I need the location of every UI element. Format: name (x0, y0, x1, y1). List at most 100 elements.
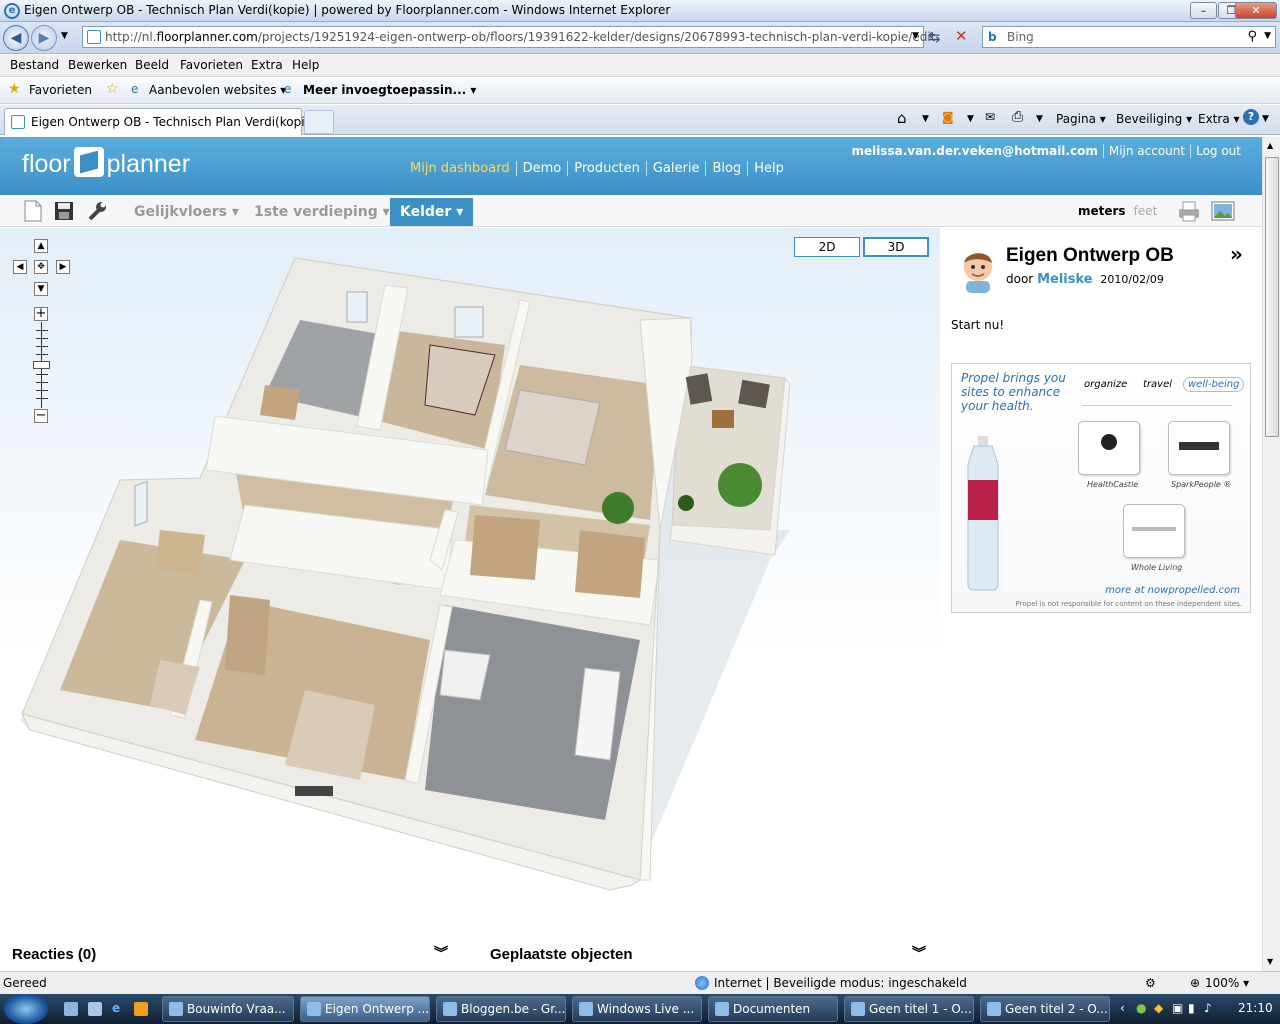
taskbar-item-windows-live[interactable]: Windows Live ... (572, 996, 702, 1022)
view-2d-button[interactable]: 2D (794, 237, 860, 257)
placed-objects-heading[interactable]: Geplaatste objecten (490, 946, 633, 963)
wrench-icon[interactable] (86, 199, 108, 223)
pan-up-button[interactable]: ▲ (34, 239, 48, 253)
start-button[interactable] (4, 994, 48, 1024)
taskbar-item-bouwinfo[interactable]: Bouwinfo Vraa... (162, 996, 294, 1022)
save-icon[interactable] (53, 199, 75, 223)
logout-link[interactable]: Log out (1191, 144, 1246, 158)
floorplan-3d-render[interactable] (0, 228, 940, 940)
scroll-down-icon[interactable]: ▼ (1267, 957, 1273, 966)
forward-button[interactable]: ▶ (31, 25, 57, 51)
favorites-button[interactable]: Favorieten (29, 83, 92, 97)
search-input[interactable]: b Bing ⚲ ▼ (982, 26, 1276, 48)
history-dropdown-icon[interactable]: ▼ (61, 31, 68, 41)
menu-beeld[interactable]: Beeld (135, 58, 169, 72)
taskbar-item-eigen-ontwerp[interactable]: Eigen Ontwerp ... (300, 996, 430, 1022)
menu-favorieten[interactable]: Favorieten (180, 58, 243, 72)
security-menu[interactable]: Beveiliging ▾ (1116, 112, 1192, 126)
pan-left-button[interactable]: ◀ (13, 260, 27, 274)
page-scrollbar[interactable]: ▲ ▼ (1262, 137, 1280, 971)
back-button[interactable]: ◀ (3, 25, 29, 51)
new-tab-button[interactable] (304, 110, 334, 134)
taskbar-item-geen-titel-1[interactable]: Geen titel 1 - O... (844, 996, 974, 1022)
pan-down-button[interactable]: ▼ (34, 282, 48, 296)
taskbar-item-documenten[interactable]: Documenten (708, 996, 838, 1022)
my-account-link[interactable]: Mijn account (1103, 144, 1192, 158)
extra-menu[interactable]: Extra ▾ (1198, 112, 1240, 126)
quicklaunch-media-icon[interactable] (134, 1002, 148, 1016)
floorplanner-logo[interactable]: floor planner (22, 147, 190, 180)
refresh-icon[interactable]: ⇆ (928, 28, 941, 46)
show-desktop-icon[interactable] (64, 1002, 78, 1016)
home-dropdown-icon[interactable]: ▼ (922, 114, 929, 124)
author-avatar[interactable] (958, 245, 998, 295)
tray-shield-icon[interactable]: ◆ (1154, 1001, 1163, 1015)
floor-tab-basement[interactable]: Kelder ▾ (390, 198, 474, 226)
print-icon[interactable]: ⎙ (1012, 109, 1023, 125)
menu-bestand[interactable]: Bestand (10, 58, 59, 72)
tray-clock[interactable]: 21:10 (1238, 1001, 1273, 1015)
tray-network-icon[interactable]: ▣ (1172, 1001, 1183, 1015)
comments-heading[interactable]: Reacties (0) (12, 946, 96, 963)
url-dropdown-icon[interactable]: ▼ (912, 31, 919, 41)
new-document-icon[interactable] (22, 199, 44, 223)
menu-extra[interactable]: Extra (251, 58, 283, 72)
account-email[interactable]: melissa.van.der.veken@hotmail.com (846, 144, 1104, 158)
nav-dashboard[interactable]: Mijn dashboard (404, 161, 517, 176)
tray-volume-icon[interactable]: ♪ (1204, 1001, 1212, 1015)
pan-right-button[interactable]: ▶ (56, 260, 70, 274)
ad-tab-wellbeing[interactable]: well-being (1183, 377, 1245, 392)
close-window-button[interactable]: ✕ (1235, 2, 1277, 19)
menu-help[interactable]: Help (292, 58, 319, 72)
nav-help[interactable]: Help (748, 161, 790, 176)
print-plan-icon[interactable] (1176, 199, 1202, 223)
unit-meters[interactable]: meters (1078, 204, 1126, 218)
rss-dropdown-icon[interactable]: ▼ (967, 114, 974, 124)
suggested-sites-link[interactable]: Aanbevolen websites ▾ (149, 83, 286, 97)
nav-gallery[interactable]: Galerie (647, 161, 707, 176)
placed-objects-expand-icon[interactable]: ︾ (912, 943, 926, 963)
ad-site-sparkpeople[interactable] (1168, 421, 1230, 475)
zoom-slider-handle[interactable] (33, 361, 50, 369)
author-link[interactable]: Meliske (1037, 272, 1093, 287)
comments-expand-icon[interactable]: ︾ (434, 943, 448, 963)
quicklaunch-ie-icon[interactable]: e (112, 1001, 120, 1015)
tray-expand-icon[interactable]: ‹ (1120, 1001, 1125, 1015)
search-dropdown-icon[interactable]: ▼ (1264, 31, 1271, 41)
tray-battery-icon[interactable]: ▮ (1188, 1001, 1195, 1015)
stop-icon[interactable]: ✕ (955, 27, 968, 45)
page-menu[interactable]: Pagina ▾ (1056, 112, 1106, 126)
add-favorite-icon[interactable]: ☆ (106, 81, 119, 97)
taskbar-item-geen-titel-2[interactable]: Geen titel 2 - O... (980, 996, 1110, 1022)
ad-more-link[interactable]: more at nowpropelled.com (1105, 585, 1240, 596)
floorplan-canvas[interactable]: ▲ ◀ ✥ ▶ ▼ + − (0, 228, 940, 940)
menu-bewerken[interactable]: Bewerken (68, 58, 127, 72)
nav-blog[interactable]: Blog (706, 161, 749, 176)
unit-feet[interactable]: feet (1134, 204, 1158, 218)
addons-link[interactable]: Meer invoegtoepassin... ▾ (303, 83, 476, 97)
minimize-button[interactable]: – (1190, 2, 1217, 19)
url-input[interactable]: http://nl.floorplanner.com/projects/1925… (82, 26, 935, 48)
help-icon[interactable]: ? (1243, 109, 1259, 125)
propel-advertisement[interactable]: Propel brings you sites to enhance your … (951, 363, 1251, 613)
mail-icon[interactable]: ✉ (985, 110, 995, 124)
view-3d-button[interactable]: 3D (863, 237, 929, 257)
scroll-up-icon[interactable]: ▲ (1267, 141, 1273, 150)
zoom-out-button[interactable]: − (34, 409, 48, 423)
browser-tab-active[interactable]: Eigen Ontwerp OB - Technisch Plan Verdi(… (4, 108, 332, 135)
ad-tab-travel[interactable]: travel (1143, 379, 1172, 390)
nav-products[interactable]: Producten (568, 161, 647, 176)
export-image-icon[interactable] (1210, 199, 1236, 223)
print-dropdown-icon[interactable]: ▼ (1036, 114, 1043, 124)
floor-tab-first[interactable]: 1ste verdieping ▾ (244, 198, 400, 226)
tray-messenger-icon[interactable]: ● (1136, 1001, 1146, 1015)
search-icon[interactable]: ⚲ (1247, 29, 1257, 44)
rss-feed-icon[interactable]: ◙ (942, 110, 954, 124)
protected-mode-icon[interactable]: ⚙ (1145, 976, 1156, 990)
scrollbar-thumb[interactable] (1265, 157, 1279, 437)
zoom-level[interactable]: 100% ▾ (1205, 976, 1249, 990)
ad-site-healthcastle[interactable] (1078, 421, 1140, 475)
security-zone-text[interactable]: Internet | Beveiligde modus: ingeschakel… (714, 976, 967, 990)
nav-demo[interactable]: Demo (517, 161, 569, 176)
ad-tab-organize[interactable]: organize (1084, 379, 1127, 390)
